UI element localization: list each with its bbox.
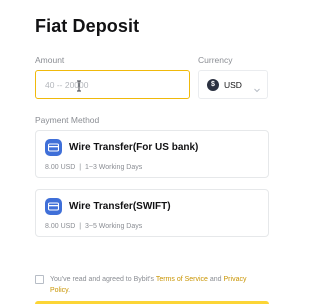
payment-method-info: 8.00 USD | 1~3 Working Days: [45, 164, 143, 171]
usd-currency-icon: $: [207, 79, 219, 91]
agreement-checkbox[interactable]: [35, 275, 44, 284]
terms-of-service-link[interactable]: Terms of Service: [156, 276, 208, 283]
payment-method-us-bank[interactable]: Wire Transfer(For US bank) 8.00 USD | 1~…: [35, 130, 269, 178]
bank-icon: [45, 139, 62, 156]
payment-method-name: Wire Transfer(SWIFT): [69, 201, 171, 212]
page-title: Fiat Deposit: [35, 16, 140, 36]
agreement-suffix: .: [68, 287, 71, 294]
payment-method-time: 3~5 Working Days: [84, 223, 143, 230]
text-cursor-icon: [76, 79, 82, 92]
currency-value: USD: [224, 80, 242, 90]
currency-select[interactable]: $ USD: [198, 70, 268, 99]
agreement-and: and: [207, 276, 224, 283]
payment-method-fee: 8.00 USD: [45, 223, 76, 230]
payment-method-fee: 8.00 USD: [45, 164, 76, 171]
payment-method-time: 1~3 Working Days: [84, 164, 143, 171]
agreement-prefix: You've read and agreed to Bybit's: [50, 276, 156, 283]
amount-input[interactable]: 40 -- 20000: [35, 70, 190, 99]
chevron-down-icon: [253, 81, 261, 93]
bank-icon: [45, 198, 62, 215]
currency-label: Currency: [198, 55, 233, 65]
agreement-text: You've read and agreed to Bybit's Terms …: [50, 274, 265, 296]
payment-method-label: Payment Method: [35, 115, 100, 125]
payment-method-info: 8.00 USD | 3~5 Working Days: [45, 223, 143, 230]
amount-label: Amount: [35, 55, 65, 65]
payment-method-name: Wire Transfer(For US bank): [69, 142, 199, 153]
deposit-panel: Fiat Deposit Amount Currency 40 -- 20000…: [6, 0, 292, 304]
payment-method-swift[interactable]: Wire Transfer(SWIFT) 8.00 USD | 3~5 Work…: [35, 189, 269, 237]
